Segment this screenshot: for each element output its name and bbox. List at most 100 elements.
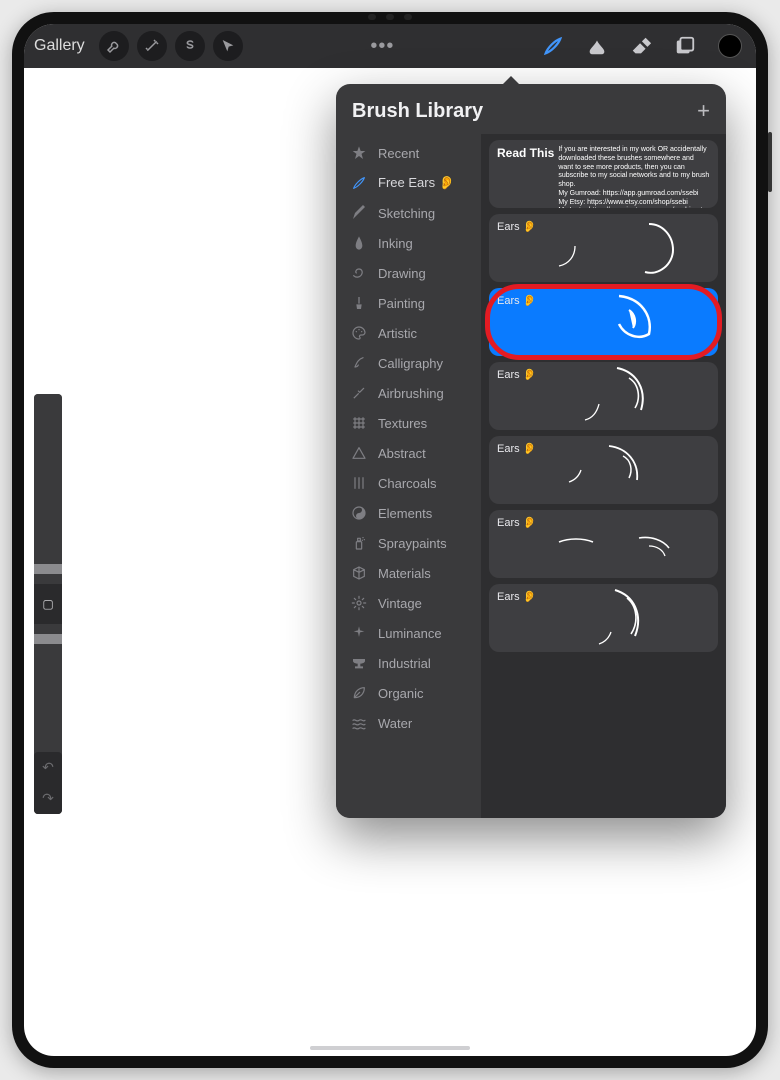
category-label: Water xyxy=(378,716,412,731)
eraser-icon xyxy=(630,35,652,57)
home-indicator xyxy=(310,1046,470,1050)
brush-tool-button[interactable] xyxy=(542,35,564,57)
texture-icon xyxy=(350,415,368,431)
redo-icon: ↷ xyxy=(42,790,54,807)
category-label: Calligraphy xyxy=(378,356,443,371)
square-icon: ▢ xyxy=(42,597,53,611)
brush-item[interactable]: Ears 👂 xyxy=(489,214,718,282)
category-label: Industrial xyxy=(378,656,431,671)
category-item-industrial[interactable]: Industrial xyxy=(336,648,481,678)
brush-item[interactable]: Ears 👂 xyxy=(489,584,718,652)
smudge-icon xyxy=(586,35,608,57)
category-label: Drawing xyxy=(378,266,426,281)
category-label: Spraypaints xyxy=(378,536,447,551)
brush-item[interactable]: Ears 👂 xyxy=(489,436,718,504)
popover-header: Brush Library + xyxy=(336,84,726,134)
brush-label: Read This xyxy=(497,146,554,208)
category-item-free-ears[interactable]: Free Ears 👂 xyxy=(336,168,481,198)
modify-button[interactable]: ▢ xyxy=(34,584,62,624)
layers-button[interactable] xyxy=(674,35,696,57)
category-label: Abstract xyxy=(378,446,426,461)
brush-label: Ears 👂 xyxy=(497,368,710,381)
swirl-icon xyxy=(350,265,368,281)
more-menu-button[interactable]: ••• xyxy=(370,35,394,58)
brush-label: Ears 👂 xyxy=(497,294,710,307)
category-item-inking[interactable]: Inking xyxy=(336,228,481,258)
gallery-button[interactable]: Gallery xyxy=(34,37,85,55)
brush-label: Ears 👂 xyxy=(497,220,710,233)
smudge-tool-button[interactable] xyxy=(586,35,608,57)
brush-label: Ears 👂 xyxy=(497,590,710,603)
add-brush-button[interactable]: + xyxy=(697,98,710,124)
category-item-drawing[interactable]: Drawing xyxy=(336,258,481,288)
category-label: Textures xyxy=(378,416,427,431)
airbrush-icon xyxy=(350,385,368,401)
brush-label: Ears 👂 xyxy=(497,442,710,455)
brush-item[interactable]: Ears 👂 xyxy=(489,510,718,578)
readthis-body: If you are interested in my work OR acci… xyxy=(558,146,710,208)
adjustments-button[interactable] xyxy=(137,31,167,61)
star-icon xyxy=(350,145,368,161)
category-item-organic[interactable]: Organic xyxy=(336,678,481,708)
ipad-frame: Gallery ••• xyxy=(12,12,768,1068)
category-item-water[interactable]: Water xyxy=(336,708,481,738)
yinyang-icon xyxy=(350,505,368,521)
cube-icon xyxy=(350,565,368,581)
category-item-sketching[interactable]: Sketching xyxy=(336,198,481,228)
undo-button[interactable]: ↶ xyxy=(34,752,62,783)
pencil-icon xyxy=(350,205,368,221)
layers-icon xyxy=(674,35,696,57)
category-label: Free Ears 👂 xyxy=(378,175,455,191)
brush-list[interactable]: Read ThisIf you are interested in my wor… xyxy=(481,134,726,818)
category-label: Recent xyxy=(378,146,419,161)
actions-button[interactable] xyxy=(99,31,129,61)
undo-icon: ↶ xyxy=(42,759,54,776)
category-label: Elements xyxy=(378,506,432,521)
category-item-calligraphy[interactable]: Calligraphy xyxy=(336,348,481,378)
brush-icon xyxy=(542,35,564,57)
category-item-charcoals[interactable]: Charcoals xyxy=(336,468,481,498)
water-icon xyxy=(350,715,368,731)
popover-title: Brush Library xyxy=(352,100,483,123)
category-item-vintage[interactable]: Vintage xyxy=(336,588,481,618)
category-label: Organic xyxy=(378,686,424,701)
brush-icon xyxy=(350,175,368,191)
category-item-spraypaints[interactable]: Spraypaints xyxy=(336,528,481,558)
redo-button[interactable]: ↷ xyxy=(34,783,62,814)
nib-icon xyxy=(350,235,368,251)
brush-item[interactable]: Ears 👂 xyxy=(489,362,718,430)
category-item-elements[interactable]: Elements xyxy=(336,498,481,528)
selection-button[interactable] xyxy=(175,31,205,61)
selection-s-icon xyxy=(182,38,198,54)
category-item-painting[interactable]: Painting xyxy=(336,288,481,318)
top-toolbar: Gallery ••• xyxy=(24,24,756,68)
category-item-luminance[interactable]: Luminance xyxy=(336,618,481,648)
device-side-button xyxy=(768,132,772,192)
category-item-materials[interactable]: Materials xyxy=(336,558,481,588)
palette-icon xyxy=(350,325,368,341)
category-item-artistic[interactable]: Artistic xyxy=(336,318,481,348)
brush-opacity-thumb[interactable] xyxy=(34,634,62,644)
category-label: Vintage xyxy=(378,596,422,611)
category-item-airbrushing[interactable]: Airbrushing xyxy=(336,378,481,408)
brush-size-slider[interactable] xyxy=(34,394,62,584)
category-label: Charcoals xyxy=(378,476,437,491)
paintbrush-icon xyxy=(350,295,368,311)
wrench-icon xyxy=(106,38,122,54)
brush-label: Ears 👂 xyxy=(497,516,710,529)
category-item-textures[interactable]: Textures xyxy=(336,408,481,438)
color-well-button[interactable] xyxy=(718,34,742,58)
vintage-icon xyxy=(350,595,368,611)
category-item-recent[interactable]: Recent xyxy=(336,138,481,168)
brush-size-thumb[interactable] xyxy=(34,564,62,574)
transform-button[interactable] xyxy=(213,31,243,61)
arrow-cursor-icon xyxy=(220,38,236,54)
wand-icon xyxy=(144,38,160,54)
eraser-tool-button[interactable] xyxy=(630,35,652,57)
category-list[interactable]: Recent Free Ears 👂 SketchingInking Drawing P… xyxy=(336,134,481,818)
leaf-icon xyxy=(350,685,368,701)
device-camera-notch xyxy=(330,14,450,20)
brush-item[interactable]: Read ThisIf you are interested in my wor… xyxy=(489,140,718,208)
brush-item[interactable]: Ears 👂 xyxy=(489,288,718,356)
category-item-abstract[interactable]: Abstract xyxy=(336,438,481,468)
